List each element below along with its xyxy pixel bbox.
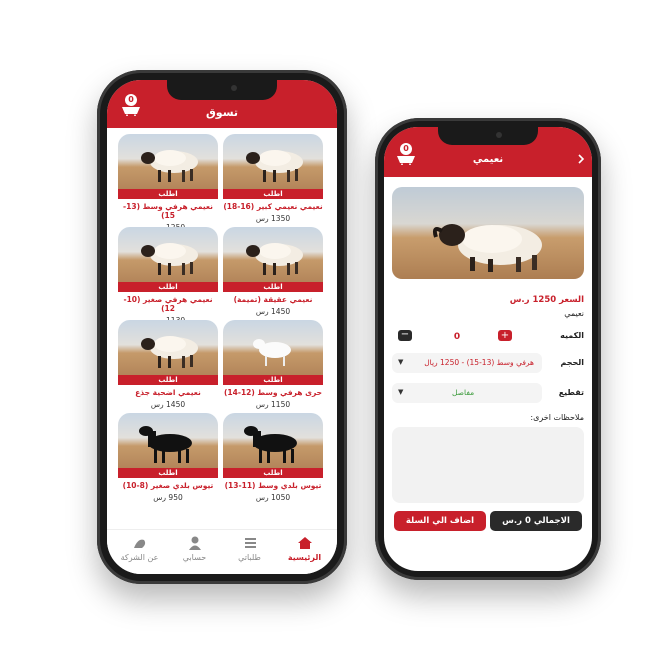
product-card[interactable]: اطلب تيوس بلدي وسط (11-13) 1050 رس <box>223 413 323 502</box>
product-price: 1450 رس <box>255 307 291 316</box>
product-image <box>118 320 218 375</box>
product-card[interactable]: اطلب حرى هرفي وسط (12-14) 1150 رس <box>223 320 323 409</box>
cut-select[interactable]: ▼ مفاصل <box>392 383 542 403</box>
sheep-image <box>141 336 198 368</box>
product-card[interactable]: اطلبنعيمي هرفي وسط (13-15)1250 رس <box>118 134 218 232</box>
product-image <box>118 134 218 189</box>
chevron-down-icon: ▼ <box>398 388 404 396</box>
nav-item[interactable]: الرئيسية <box>277 536 332 562</box>
goat-image <box>139 426 192 463</box>
product-price: 950 رس <box>153 493 183 502</box>
add-to-cart-button[interactable]: اضاف الي السلة <box>394 511 486 531</box>
order-button[interactable]: اطلب <box>118 189 218 199</box>
category-label: نعيمي <box>564 309 584 318</box>
product-name: نعيمي اضحية جذع <box>135 388 201 397</box>
sheep-image <box>141 243 198 275</box>
list-icon <box>222 536 277 550</box>
product-price: 1350 رس <box>255 214 291 223</box>
nav-label: عن الشركة <box>120 553 159 562</box>
sheep-image <box>246 150 303 182</box>
order-button[interactable]: اطلب <box>118 282 218 292</box>
product-name: تيوس بلدي صغير (8-10) <box>122 481 214 490</box>
product-name: نعيمي نعيمي كبير (16-18) <box>223 202 323 211</box>
product-price: 1050 رس <box>255 493 291 502</box>
product-image <box>118 227 218 282</box>
sheep-image <box>246 243 303 275</box>
product-card[interactable]: اطلب نعيمي عقيقة (تميمة) 1450 رس <box>223 227 323 316</box>
product-name: نعيمي هرفي صغير (10-12) <box>123 295 213 313</box>
product-image <box>223 320 323 375</box>
nav-label: حسابي <box>182 553 207 562</box>
sheep-image <box>253 339 291 366</box>
nav-item[interactable]: حسابي <box>167 536 222 562</box>
order-button[interactable]: اطلب <box>223 282 323 292</box>
order-button[interactable]: اطلب <box>223 189 323 199</box>
chevron-down-icon: ▼ <box>398 358 404 366</box>
bottom-nav: الرئيسية طلباتي حسابي عن الشركة <box>107 529 337 574</box>
product-name: نعيمي هرفي وسط (13-15) <box>123 202 213 220</box>
right-phone: 0 نعيمي السعر 1250 ر.س نعيمي الكميه − 0 <box>375 118 601 580</box>
order-button[interactable]: اطلب <box>118 468 218 478</box>
company-icon <box>112 536 167 550</box>
size-select[interactable]: ▼ هرفي وسط (13-15) - 1250 ريال <box>392 353 542 373</box>
order-button[interactable]: اطلب <box>118 375 218 385</box>
nav-label: طلباتي <box>238 553 261 562</box>
product-name: حرى هرفي وسط (12-14) <box>223 388 323 397</box>
product-image <box>118 413 218 468</box>
right-screen: 0 نعيمي السعر 1250 ر.س نعيمي الكميه − 0 <box>384 127 592 571</box>
product-card[interactable]: اطلب نعيمي اضحية جذع 1450 رس <box>118 320 218 409</box>
cut-value: مفاصل <box>452 388 475 397</box>
page-title: تسوق <box>205 106 239 119</box>
total-button[interactable]: الاجمالي 0 ر.س <box>490 511 582 531</box>
product-name: تيوس بلدي وسط (11-13) <box>224 481 322 490</box>
quantity-label: الكميه <box>560 331 584 340</box>
nav-item[interactable]: عن الشركة <box>112 536 167 562</box>
nav-label: الرئيسية <box>287 553 322 562</box>
left-screen: 0 تسوق اطلب نعيمي نعيمي كبير (16-18) 1350 … <box>107 80 337 574</box>
user-icon <box>167 536 222 550</box>
product-image <box>392 187 584 279</box>
product-card[interactable]: اطلب تيوس بلدي صغير (8-10) 950 رس <box>118 413 218 502</box>
cart-badge: 0 <box>125 94 137 106</box>
product-image <box>223 413 323 468</box>
notes-label: ملاحظات اخرى: <box>530 413 584 422</box>
sheep-image <box>141 150 198 182</box>
product-card[interactable]: اطلب نعيمي نعيمي كبير (16-18) 1350 رس <box>223 134 323 223</box>
left-phone: 0 تسوق اطلب نعيمي نعيمي كبير (16-18) 1350 … <box>97 70 347 584</box>
back-chevron-icon[interactable] <box>576 154 586 164</box>
quantity-plus-button[interactable]: + <box>498 330 512 341</box>
page-title: نعيمي <box>472 154 504 165</box>
order-button[interactable]: اطلب <box>223 375 323 385</box>
product-card[interactable]: اطلبنعيمي هرفي صغير (10-12)1130 رس <box>118 227 218 325</box>
size-label: الحجم <box>560 358 584 367</box>
quantity-minus-button[interactable]: − <box>398 330 412 341</box>
product-price: 1450 رس <box>150 400 186 409</box>
home-icon <box>277 536 332 550</box>
product-name: نعيمي عقيقة (تميمة) <box>233 295 313 304</box>
size-value: هرفي وسط (13-15) - 1250 ريال <box>424 358 534 367</box>
nav-item[interactable]: طلباتي <box>222 536 277 562</box>
goat-image <box>244 426 297 463</box>
quantity-value[interactable]: 0 <box>450 332 464 342</box>
price-label: السعر 1250 ر.س <box>509 295 584 305</box>
cut-label: تقطيع <box>558 388 584 397</box>
notch <box>438 127 538 145</box>
notes-textarea[interactable] <box>392 427 584 503</box>
product-image <box>223 227 323 282</box>
notch <box>167 80 277 100</box>
product-price: 1150 رس <box>255 400 291 409</box>
product-image <box>223 134 323 189</box>
order-button[interactable]: اطلب <box>223 468 323 478</box>
